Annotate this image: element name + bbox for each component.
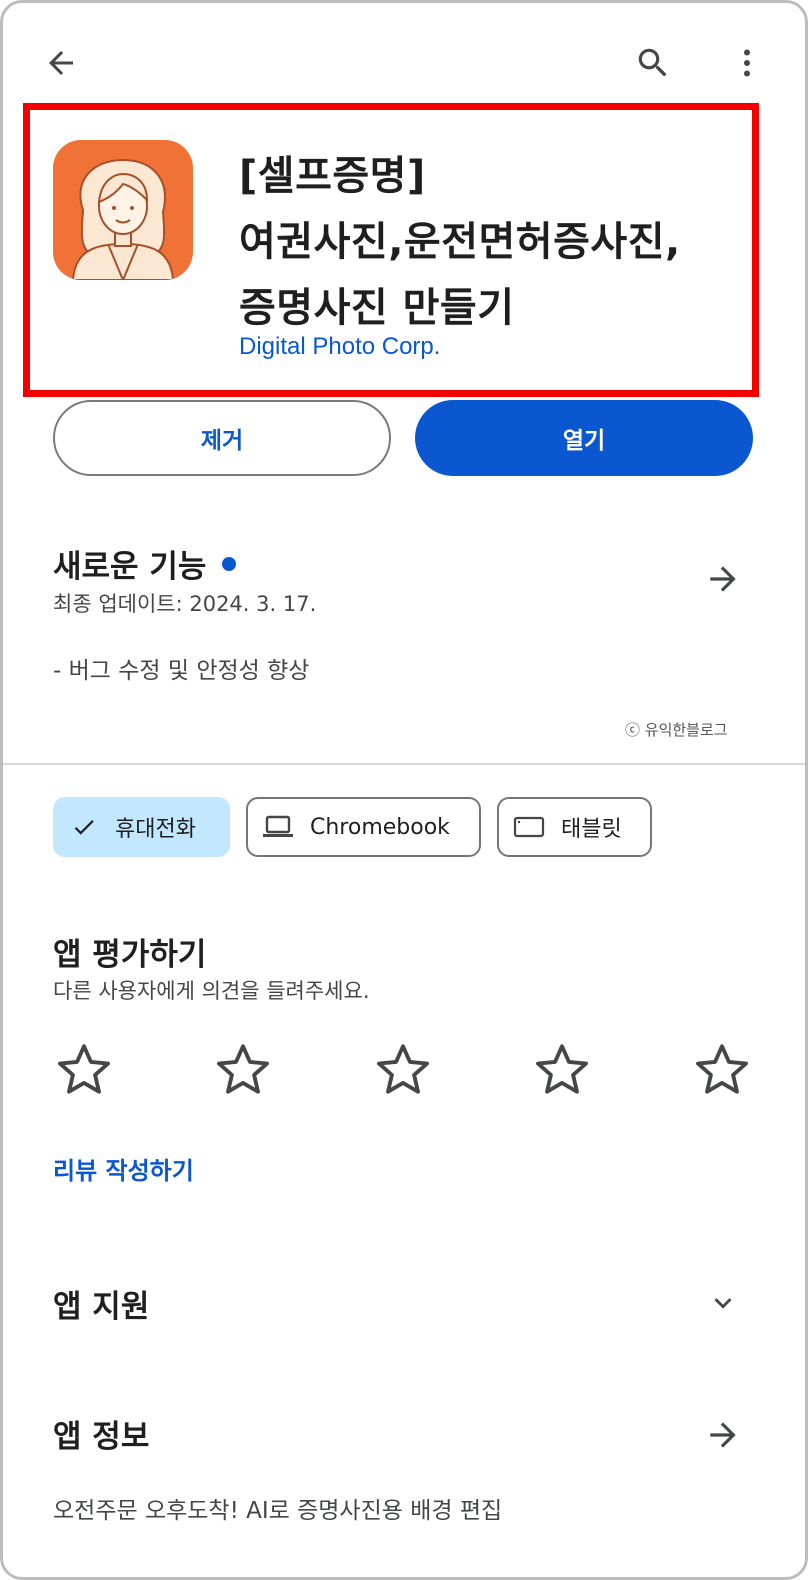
- search-icon[interactable]: [627, 37, 679, 89]
- star-2-icon[interactable]: [212, 1039, 274, 1101]
- chip-phone[interactable]: 휴대전화: [53, 797, 230, 857]
- app-title-line-3: 증명사진 만들기: [239, 285, 515, 331]
- chip-chromebook-label: Chromebook: [310, 814, 450, 840]
- chip-tablet[interactable]: 태블릿: [497, 797, 652, 857]
- check-icon: [71, 814, 97, 840]
- about-app-title[interactable]: 앱 정보: [53, 1411, 149, 1456]
- star-5-icon[interactable]: [691, 1039, 753, 1101]
- whats-new-header[interactable]: 새로운 기능: [53, 541, 237, 586]
- about-app-description: 오전주문 오후도착! AI로 증명사진용 배경 편집: [53, 1498, 503, 1524]
- last-updated: 최종 업데이트: 2024. 3. 17.: [53, 592, 317, 616]
- app-title: [셀프증명] 여권사진,운전면허증사진, 증명사진 만들기: [239, 143, 739, 341]
- star-1-icon[interactable]: [53, 1039, 115, 1101]
- whats-new-title: 새로운 기능: [53, 549, 207, 585]
- arrow-back-icon[interactable]: [35, 37, 87, 89]
- laptop-icon: [262, 813, 294, 841]
- chip-tablet-label: 태블릿: [561, 817, 622, 842]
- section-divider: [3, 763, 805, 765]
- star-3-icon[interactable]: [372, 1039, 434, 1101]
- app-support-title[interactable]: 앱 지원: [53, 1281, 149, 1326]
- app-title-line-2: 여권사진,운전면허증사진,: [239, 219, 681, 265]
- rate-subtitle: 다른 사용자에게 의견을 들려주세요.: [53, 979, 370, 1003]
- arrow-forward-icon[interactable]: [697, 1409, 749, 1461]
- watermark-text: ⓒ 유익한블로그: [625, 721, 728, 739]
- rate-title: 앱 평가하기: [53, 937, 207, 973]
- new-indicator-dot: [222, 556, 237, 571]
- app-details-screen: [셀프증명] 여권사진,운전면허증사진, 증명사진 만들기 Digital Ph…: [0, 0, 808, 1580]
- star-4-icon[interactable]: [531, 1039, 593, 1101]
- open-button[interactable]: 열기: [415, 400, 753, 476]
- app-title-line-1: [셀프증명]: [239, 153, 426, 199]
- write-review-link[interactable]: 리뷰 작성하기: [53, 1151, 194, 1186]
- developer-link[interactable]: Digital Photo Corp.: [239, 333, 440, 361]
- app-icon[interactable]: [53, 140, 193, 280]
- chip-phone-label: 휴대전화: [115, 817, 196, 842]
- chevron-down-icon[interactable]: [697, 1277, 749, 1329]
- arrow-forward-icon[interactable]: [697, 553, 749, 605]
- chip-chromebook[interactable]: Chromebook: [246, 797, 481, 857]
- tablet-icon: [513, 814, 545, 840]
- more-vert-icon[interactable]: [721, 37, 773, 89]
- release-notes: - 버그 수정 및 안정성 향상: [53, 658, 310, 684]
- uninstall-button[interactable]: 제거: [53, 400, 391, 476]
